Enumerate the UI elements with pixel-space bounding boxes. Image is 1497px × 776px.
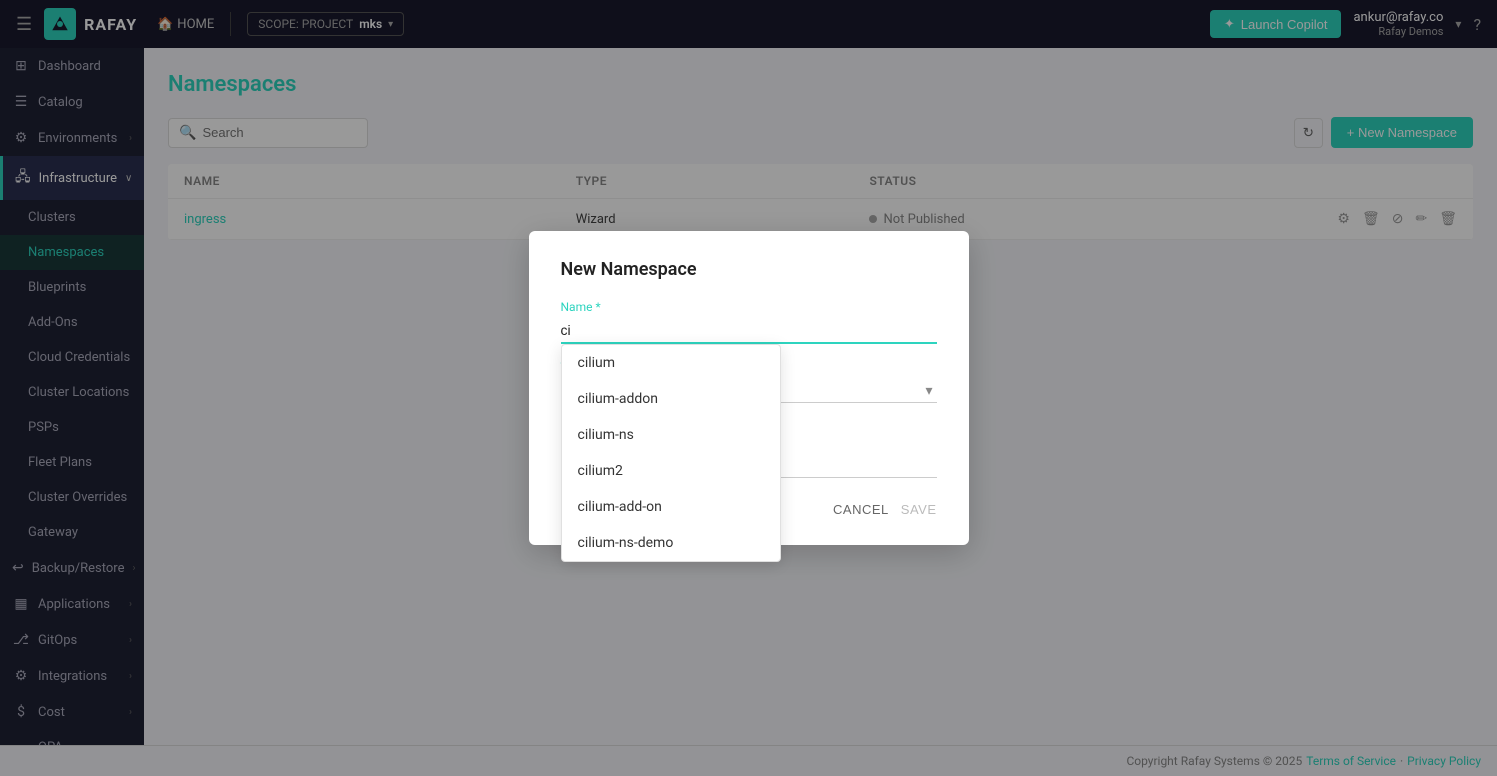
name-label: Name * — [561, 300, 937, 314]
autocomplete-item-cilium-addon[interactable]: cilium-addon — [562, 381, 780, 417]
main-content: Namespaces 🔍 ↻ + New Namespace — [144, 48, 1497, 745]
autocomplete-item-cilium-add-on[interactable]: cilium-add-on — [562, 489, 780, 525]
name-field: Name * cilium cilium-addon cilium-ns cil… — [561, 300, 937, 344]
autocomplete-item-cilium-ns[interactable]: cilium-ns — [562, 417, 780, 453]
save-button[interactable]: SAVE — [901, 502, 937, 517]
autocomplete-item-cilium[interactable]: cilium — [562, 345, 780, 381]
modal-overlay: New Namespace Name * cilium cilium-addon… — [144, 48, 1497, 745]
modal-title: New Namespace — [561, 259, 937, 280]
autocomplete-item-cilium2[interactable]: cilium2 — [562, 453, 780, 489]
autocomplete-dropdown: cilium cilium-addon cilium-ns cilium2 ci… — [561, 344, 781, 562]
cancel-button[interactable]: CANCEL — [833, 502, 889, 517]
autocomplete-item-cilium-ns-demo[interactable]: cilium-ns-demo — [562, 525, 780, 561]
new-namespace-modal: New Namespace Name * cilium cilium-addon… — [529, 231, 969, 545]
name-input[interactable] — [561, 318, 937, 344]
